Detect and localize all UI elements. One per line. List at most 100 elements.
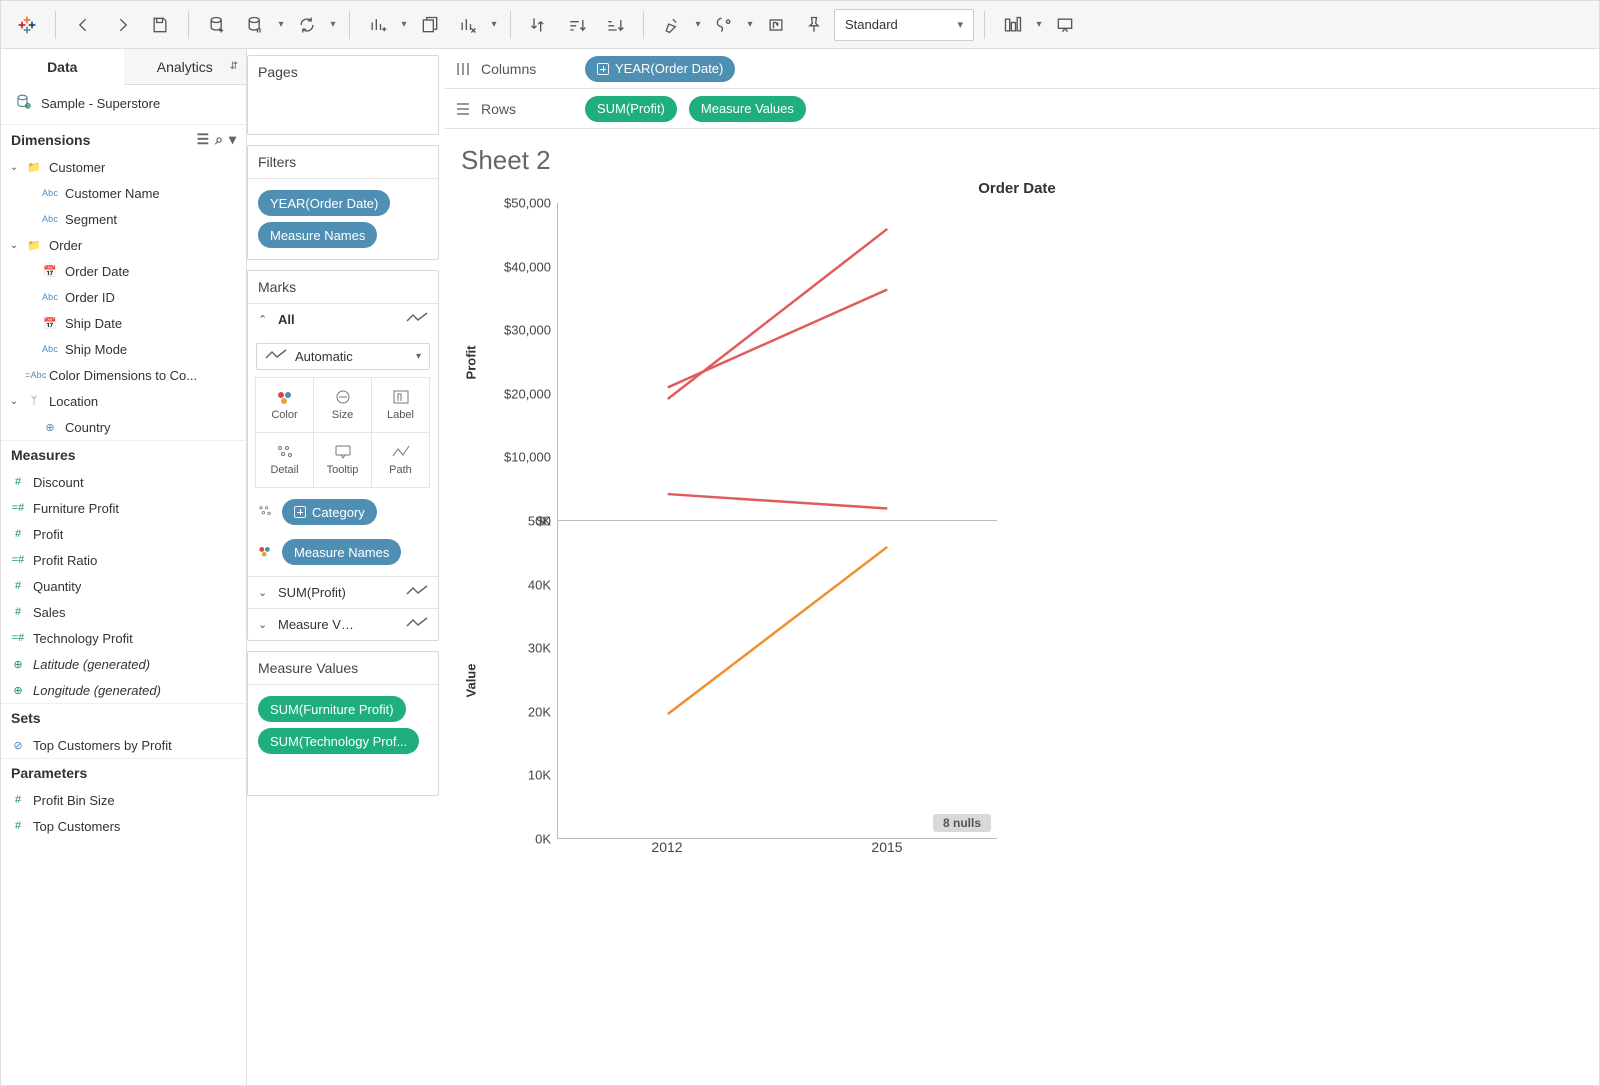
text-type-icon: Abc — [41, 188, 59, 198]
refresh-menu-caret[interactable]: ▾ — [327, 19, 339, 30]
field-order-date[interactable]: 📅Order Date — [1, 258, 246, 284]
field-order-id[interactable]: AbcOrder ID — [1, 284, 246, 310]
save-icon[interactable] — [142, 7, 178, 43]
toolbar: ▾ ▾ ▾ ▾ ▾ ▾ Standard ▾ — [1, 1, 1599, 49]
date-type-icon: 📅 — [41, 265, 59, 278]
new-datasource-icon[interactable] — [199, 7, 235, 43]
shelves-column: Pages Filters YEAR(Order Date) Measure N… — [247, 49, 445, 1085]
datasource-menu-caret[interactable]: ▾ — [275, 19, 287, 30]
measures-header: Measures — [1, 440, 246, 469]
marks-label-button[interactable]: Label — [371, 377, 430, 433]
x-axis-title: Order Date — [459, 180, 1575, 197]
tableau-logo-icon[interactable] — [9, 7, 45, 43]
calc-number-type-icon: =# — [9, 502, 27, 514]
folder-location[interactable]: ⌄ᛘLocation — [1, 388, 246, 414]
pause-data-icon[interactable] — [237, 7, 273, 43]
marks-row-measure-values[interactable]: ⌄Measure V… — [248, 608, 438, 640]
duplicate-sheet-icon[interactable] — [412, 7, 448, 43]
presentation-icon[interactable] — [1047, 7, 1083, 43]
field-quantity[interactable]: #Quantity — [1, 573, 246, 599]
number-type-icon: # — [9, 528, 27, 540]
param-profit-bin[interactable]: #Profit Bin Size — [1, 787, 246, 813]
swap-icon[interactable] — [521, 7, 557, 43]
field-sales[interactable]: #Sales — [1, 599, 246, 625]
marks-size-button[interactable]: Size — [313, 377, 372, 433]
marks-pill-category[interactable]: Category — [282, 499, 377, 525]
marks-detail-button[interactable]: Detail — [255, 432, 314, 488]
new-worksheet-icon[interactable] — [360, 7, 396, 43]
color-icon — [256, 544, 274, 561]
filter-pill-measure-names[interactable]: Measure Names — [258, 222, 377, 248]
field-country[interactable]: ⊕Country — [1, 414, 246, 440]
field-technology-profit[interactable]: =#Technology Profit — [1, 625, 246, 651]
columns-pill-year[interactable]: YEAR(Order Date) — [585, 56, 735, 82]
back-icon[interactable] — [66, 7, 102, 43]
folder-order[interactable]: ⌄📁Order — [1, 232, 246, 258]
sheet-title[interactable]: Sheet 2 — [461, 145, 1575, 176]
field-furniture-profit[interactable]: =#Furniture Profit — [1, 495, 246, 521]
forward-icon[interactable] — [104, 7, 140, 43]
field-segment[interactable]: AbcSegment — [1, 206, 246, 232]
sort-asc-icon[interactable] — [559, 7, 595, 43]
marks-row-sum-profit[interactable]: ⌄SUM(Profit) — [248, 576, 438, 608]
detail-icon — [256, 504, 274, 521]
chart-profit: Profit $0$10,000$20,000$30,000$40,000$50… — [459, 203, 1575, 521]
clear-sheet-caret[interactable]: ▾ — [488, 19, 500, 30]
marks-all-row[interactable]: ⌃All — [248, 304, 438, 335]
field-ship-date[interactable]: 📅Ship Date — [1, 310, 246, 336]
field-customer-name[interactable]: AbcCustomer Name — [1, 180, 246, 206]
field-color-combo[interactable]: =AbcColor Dimensions to Co... — [1, 362, 246, 388]
group-caret[interactable]: ▾ — [744, 19, 756, 30]
field-profit-ratio[interactable]: =#Profit Ratio — [1, 547, 246, 573]
param-top-customers[interactable]: #Top Customers — [1, 813, 246, 839]
y-axis-label-profit: Profit — [464, 345, 479, 379]
field-latitude[interactable]: ⊕Latitude (generated) — [1, 651, 246, 677]
datasource-icon — [15, 93, 33, 114]
pin-icon[interactable] — [796, 7, 832, 43]
y-axis-label-value: Value — [464, 663, 479, 697]
show-me-caret[interactable]: ▾ — [1033, 19, 1045, 30]
filters-shelf-header: Filters — [248, 146, 438, 179]
columns-shelf[interactable]: Columns YEAR(Order Date) — [445, 49, 1599, 89]
set-type-icon: ⊘ — [9, 739, 27, 752]
field-top-customers-set[interactable]: ⊘Top Customers by Profit — [1, 732, 246, 758]
dimensions-header: Dimensions ☰⌕▾ — [1, 124, 246, 154]
show-me-icon[interactable] — [995, 7, 1031, 43]
mv-pill-technology[interactable]: SUM(Technology Prof... — [258, 728, 419, 754]
mv-pill-furniture[interactable]: SUM(Furniture Profit) — [258, 696, 406, 722]
rows-shelf[interactable]: Rows SUM(Profit) Measure Values — [445, 89, 1599, 129]
sort-desc-icon[interactable] — [597, 7, 633, 43]
field-discount[interactable]: #Discount — [1, 469, 246, 495]
search-fields-icon[interactable]: ⌕ — [215, 131, 223, 148]
view-as-list-icon[interactable]: ☰ — [197, 131, 210, 148]
pages-shelf[interactable]: Pages — [248, 56, 438, 88]
marks-pill-measure-names[interactable]: Measure Names — [282, 539, 401, 565]
columns-icon — [455, 61, 471, 77]
field-ship-mode[interactable]: AbcShip Mode — [1, 336, 246, 362]
fields-menu-caret[interactable]: ▾ — [229, 131, 236, 148]
rows-pill-profit[interactable]: SUM(Profit) — [585, 96, 677, 122]
refresh-icon[interactable] — [289, 7, 325, 43]
expand-icon — [294, 506, 306, 518]
mark-type-selector[interactable]: Automatic▾ — [256, 343, 430, 370]
marks-path-button[interactable]: Path — [371, 432, 430, 488]
sets-header: Sets — [1, 703, 246, 732]
tab-data[interactable]: Data — [1, 49, 124, 84]
new-worksheet-caret[interactable]: ▾ — [398, 19, 410, 30]
highlight-caret[interactable]: ▾ — [692, 19, 704, 30]
clear-sheet-icon[interactable] — [450, 7, 486, 43]
highlight-icon[interactable] — [654, 7, 690, 43]
labels-icon[interactable] — [758, 7, 794, 43]
nulls-indicator[interactable]: 8 nulls — [933, 814, 991, 832]
field-longitude[interactable]: ⊕Longitude (generated) — [1, 677, 246, 703]
marks-tooltip-button[interactable]: Tooltip — [313, 432, 372, 488]
rows-pill-measure-values[interactable]: Measure Values — [689, 96, 806, 122]
tab-analytics[interactable]: Analytics⇵ — [124, 49, 247, 84]
marks-color-button[interactable]: Color — [255, 377, 314, 433]
group-icon[interactable] — [706, 7, 742, 43]
datasource-row[interactable]: Sample - Superstore — [1, 85, 246, 124]
filter-pill-year[interactable]: YEAR(Order Date) — [258, 190, 390, 216]
fit-selector[interactable]: Standard — [834, 9, 974, 41]
field-profit[interactable]: #Profit — [1, 521, 246, 547]
folder-customer[interactable]: ⌄📁Customer — [1, 154, 246, 180]
